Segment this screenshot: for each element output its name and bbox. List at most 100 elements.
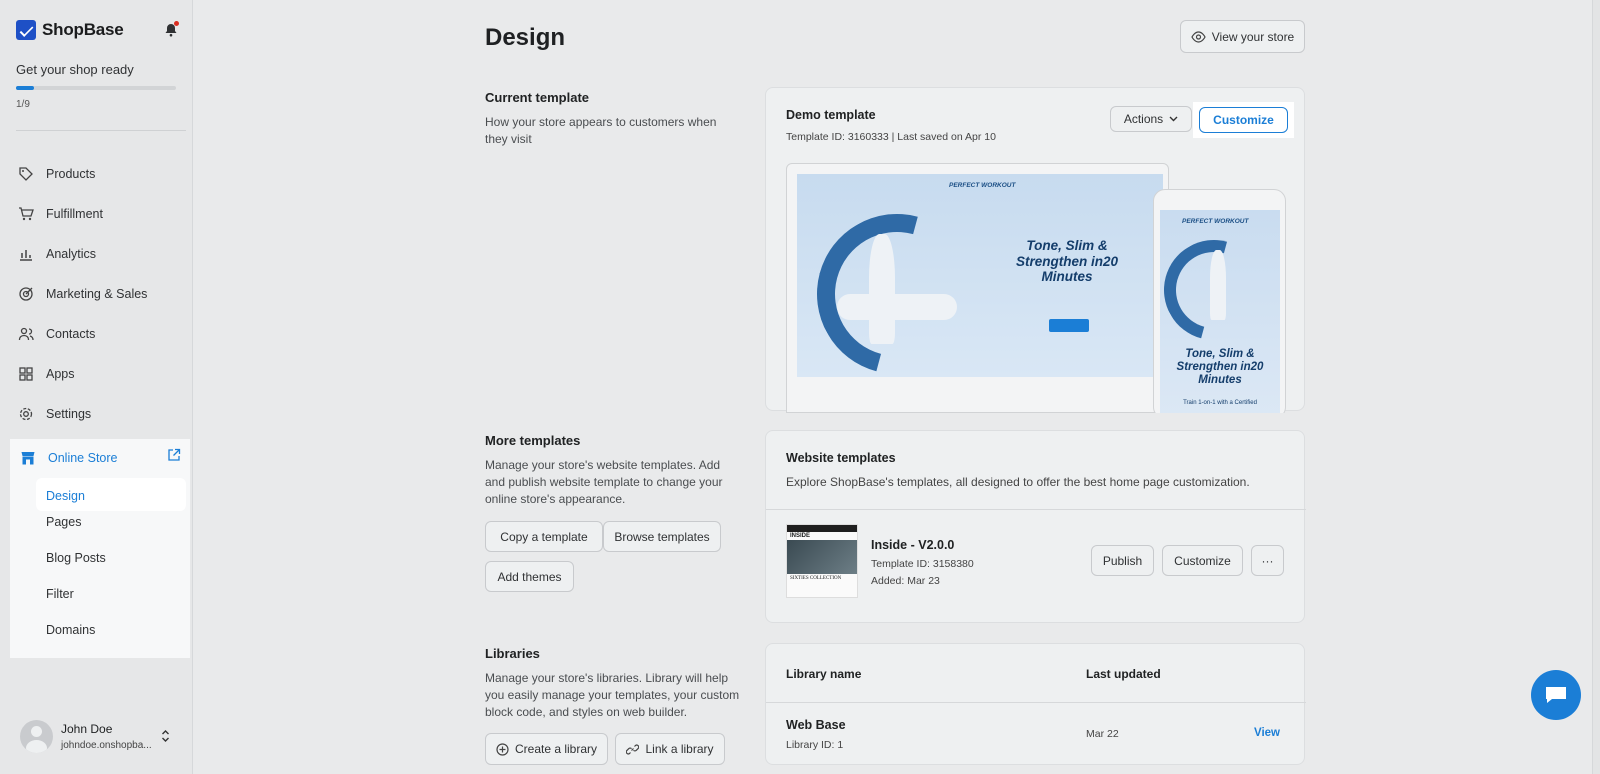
- last-updated-header: Last updated: [1086, 667, 1161, 681]
- chat-icon: [1546, 687, 1566, 703]
- notification-dot: [174, 21, 179, 26]
- sidebar-item-fulfillment[interactable]: Fulfillment: [18, 206, 103, 222]
- copy-template-button[interactable]: Copy a template: [485, 521, 603, 552]
- library-row-name: Web Base: [786, 718, 846, 732]
- preview-athlete-legs: [837, 294, 957, 320]
- eye-icon: [1191, 30, 1206, 43]
- link-library-button[interactable]: Link a library: [615, 733, 725, 765]
- thumbnail-photo: [787, 540, 857, 574]
- sidebar-item-apps[interactable]: Apps: [18, 366, 75, 382]
- scrollbar[interactable]: [1592, 0, 1600, 774]
- sidebar-subitem-domains[interactable]: Domains: [46, 623, 95, 637]
- library-row-id: Library ID: 1: [786, 739, 844, 751]
- desktop-preview-screen: PERFECT WORKOUT Tone, Slim & Strengthen …: [797, 174, 1163, 377]
- link-library-label: Link a library: [645, 742, 714, 756]
- mobile-preview-screen: PERFECT WORKOUT Tone, Slim & Strengthen …: [1160, 210, 1280, 413]
- sidebar-item-settings[interactable]: Settings: [18, 406, 91, 422]
- brand[interactable]: ShopBase: [16, 20, 124, 40]
- preview-brand: PERFECT WORKOUT: [949, 182, 1016, 189]
- preview-arc: [797, 184, 1007, 377]
- chevron-up-down-icon[interactable]: [161, 729, 170, 743]
- create-library-button[interactable]: Create a library: [485, 733, 608, 765]
- publish-button[interactable]: Publish: [1091, 545, 1154, 576]
- current-template-title: Current template: [485, 90, 590, 105]
- sidebar-item-label: Analytics: [46, 247, 97, 261]
- sidebar-subitem-design[interactable]: Design: [36, 478, 186, 511]
- sidebar-item-label: Contacts: [46, 327, 96, 341]
- sidebar-subitem-filter[interactable]: Filter: [46, 587, 74, 601]
- template-thumbnail[interactable]: INSIDE SIXTIES COLLECTION: [786, 524, 858, 598]
- website-templates-desc: Explore ShopBase's templates, all design…: [786, 475, 1250, 489]
- actions-label: Actions: [1123, 112, 1164, 126]
- view-store-button[interactable]: View your store: [1180, 20, 1305, 53]
- sidebar-item-label: Marketing & Sales: [46, 287, 148, 301]
- bar-chart-icon: [20, 250, 32, 261]
- shopbase-logo-icon: [16, 20, 36, 40]
- website-template-id: Template ID: 3158380: [871, 558, 974, 570]
- template-preview[interactable]: PERFECT WORKOUT Tone, Slim & Strengthen …: [786, 163, 1286, 413]
- setup-count: 1/9: [16, 99, 30, 110]
- more-templates-title: More templates: [485, 433, 581, 448]
- desktop-preview: PERFECT WORKOUT Tone, Slim & Strengthen …: [786, 163, 1169, 413]
- customize-button[interactable]: Customize: [1199, 107, 1288, 133]
- sidebar-item-label: Settings: [46, 407, 92, 421]
- target-icon: [19, 287, 33, 301]
- sidebar-subitem-blog-posts[interactable]: Blog Posts: [46, 551, 106, 565]
- current-template-desc: How your store appears to customers when…: [485, 115, 717, 146]
- setup-title[interactable]: Get your shop ready: [16, 62, 134, 77]
- sidebar-item-label: Apps: [46, 367, 75, 381]
- card-divider: [766, 702, 1306, 703]
- template-name: Demo template: [786, 108, 876, 122]
- sidebar-item-label: Fulfillment: [46, 207, 103, 221]
- sidebar-subitem-pages[interactable]: Pages: [46, 515, 81, 529]
- external-link-icon[interactable]: [167, 448, 181, 462]
- browse-templates-button[interactable]: Browse templates: [603, 521, 721, 552]
- website-templates-card: Website templates Explore ShopBase's tem…: [765, 430, 1306, 623]
- page-title: Design: [485, 24, 566, 51]
- cart-icon: [19, 207, 34, 221]
- link-icon: [626, 744, 640, 754]
- libraries-desc: Manage your store's libraries. Library w…: [485, 671, 740, 719]
- setup-progress: [16, 86, 176, 90]
- store-icon: [21, 452, 35, 465]
- more-templates-desc: Manage your store's website templates. A…: [485, 458, 723, 506]
- view-store-label: View your store: [1211, 29, 1295, 44]
- plus-circle-icon: [496, 742, 509, 756]
- online-store-group: Online Store Design Pages Blog Posts Fil…: [10, 439, 190, 658]
- current-template-card: Demo template Template ID: 3160333 | Las…: [765, 87, 1305, 413]
- chat-button[interactable]: [1531, 670, 1581, 720]
- mobile-preview-headline: Tone, Slim & Strengthen in20 Minutes: [1176, 348, 1264, 387]
- library-view-link[interactable]: View: [1254, 727, 1280, 739]
- card-divider: [766, 509, 1306, 510]
- library-row-updated: Mar 22: [1086, 728, 1119, 740]
- customize-highlight: Customize: [1193, 102, 1294, 138]
- template-customize-button[interactable]: Customize: [1162, 545, 1243, 576]
- sidebar-item-label: Products: [46, 167, 96, 181]
- actions-dropdown[interactable]: Actions: [1110, 106, 1192, 132]
- libraries-title: Libraries: [485, 646, 540, 661]
- sidebar-item-label: Online Store: [48, 451, 118, 465]
- library-name-header: Library name: [786, 667, 862, 681]
- brand-name: ShopBase: [42, 20, 124, 39]
- sidebar-divider: [16, 130, 186, 131]
- website-template-name: Inside - V2.0.0: [871, 538, 955, 552]
- thumbnail-brand: INSIDE: [790, 533, 811, 539]
- mobile-preview-athlete: [1210, 250, 1226, 320]
- website-templates-title: Website templates: [786, 451, 896, 465]
- add-themes-button[interactable]: Add themes: [485, 561, 574, 592]
- sidebar-item-products[interactable]: Products: [18, 166, 95, 182]
- website-template-added: Added: Mar 23: [871, 575, 940, 587]
- sidebar-item-analytics[interactable]: Analytics: [18, 246, 96, 262]
- user-menu[interactable]: John Doe johndoe.onshopba...: [20, 720, 152, 753]
- sidebar-item-online-store[interactable]: Online Store: [20, 450, 117, 466]
- sidebar-item-contacts[interactable]: Contacts: [18, 326, 95, 342]
- avatar: [20, 720, 53, 753]
- sidebar: ShopBase Get your shop ready 1/9 Product…: [0, 0, 193, 774]
- grid-icon: [19, 367, 33, 381]
- mobile-preview-subline: Train 1-on-1 with a Certified: [1183, 400, 1257, 406]
- create-library-label: Create a library: [514, 742, 598, 756]
- sidebar-item-marketing[interactable]: Marketing & Sales: [18, 286, 147, 302]
- more-options-button[interactable]: ···: [1251, 545, 1284, 576]
- libraries-card: Library name Last updated Web Base Libra…: [765, 643, 1306, 765]
- tag-icon: [19, 167, 33, 181]
